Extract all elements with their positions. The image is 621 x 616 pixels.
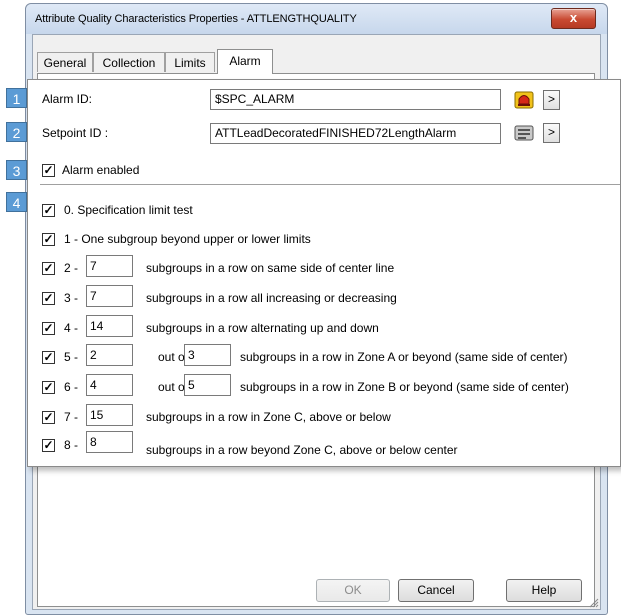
rule-2-checkbox[interactable]: ✓	[42, 262, 55, 275]
rule-5-prefix: 5 -	[64, 350, 79, 364]
rule-3-checkbox[interactable]: ✓	[42, 292, 55, 305]
rule-4-count-input[interactable]: 14	[86, 315, 133, 337]
rule-3-prefix: 3 -	[64, 291, 79, 305]
tab-alarm[interactable]: Alarm	[217, 49, 273, 74]
tab-general[interactable]: General	[37, 52, 93, 72]
rule-6-prefix: 6 -	[64, 380, 79, 394]
rule-2-count-input[interactable]: 7	[86, 255, 133, 277]
alarm-id-browse-button[interactable]: >	[543, 90, 560, 110]
rule-3-description: subgroups in a row all increasing or dec…	[146, 291, 397, 305]
rule-8-count-input[interactable]: 8	[86, 431, 133, 453]
rule-5-total-input[interactable]: 3	[184, 344, 231, 366]
close-icon: x	[569, 10, 578, 25]
window-title: Attribute Quality Characteristics Proper…	[35, 13, 357, 25]
rule-4-prefix: 4 -	[64, 321, 79, 335]
rule-1-label: 1 - One subgroup beyond upper or lower l…	[64, 232, 311, 246]
rule-8-description: subgroups in a row beyond Zone C, above …	[146, 443, 458, 457]
rule-2-description: subgroups in a row on same side of cente…	[146, 261, 395, 275]
rule-7-checkbox[interactable]: ✓	[42, 411, 55, 424]
alarm-settings-panel: Alarm ID: $SPC_ALARM > Setpoint ID : ATT…	[27, 79, 621, 467]
title-bar[interactable]: Attribute Quality Characteristics Proper…	[26, 4, 607, 34]
rule-6-count-input[interactable]: 4	[86, 374, 133, 396]
rule-7-prefix: 7 -	[64, 410, 79, 424]
ok-button[interactable]: OK	[316, 579, 390, 602]
rule-0-label: 0. Specification limit test	[64, 203, 193, 217]
rule-6-total-input[interactable]: 5	[184, 374, 231, 396]
rule-6-description: subgroups in a row in Zone B or beyond (…	[240, 380, 569, 394]
rule-0-checkbox[interactable]: ✓	[42, 204, 55, 217]
rule-5-checkbox[interactable]: ✓	[42, 351, 55, 364]
alarm-id-label: Alarm ID:	[42, 92, 93, 106]
tab-limits[interactable]: Limits	[165, 52, 215, 72]
rule-4-description: subgroups in a row alternating up and do…	[146, 321, 379, 335]
close-button[interactable]: x	[551, 8, 596, 29]
rule-8-checkbox[interactable]: ✓	[42, 439, 55, 452]
help-button[interactable]: Help	[506, 579, 582, 602]
alarm-enabled-label: Alarm enabled	[62, 163, 140, 177]
rule-1-checkbox[interactable]: ✓	[42, 233, 55, 246]
alarm-enabled-checkbox[interactable]: ✓	[42, 164, 55, 177]
setpoint-id-field[interactable]: ATTLeadDecoratedFINISHED72LengthAlarm	[210, 123, 501, 144]
callout-badge-3: 3	[6, 160, 27, 180]
setpoint-id-label: Setpoint ID :	[42, 126, 109, 140]
cancel-button[interactable]: Cancel	[398, 579, 474, 602]
callout-badge-2: 2	[6, 122, 27, 142]
section-divider	[40, 184, 620, 185]
rule-5-description: subgroups in a row in Zone A or beyond (…	[240, 350, 568, 364]
rule-4-checkbox[interactable]: ✓	[42, 322, 55, 335]
rule-2-prefix: 2 -	[64, 261, 79, 275]
rule-6-checkbox[interactable]: ✓	[42, 381, 55, 394]
rule-7-description: subgroups in a row in Zone C, above or b…	[146, 410, 391, 424]
alarm-bell-icon[interactable]	[512, 89, 536, 111]
resize-grip-icon[interactable]	[587, 596, 599, 608]
callout-badge-1: 1	[6, 88, 27, 108]
rule-8-prefix: 8 -	[64, 438, 79, 452]
tab-collection[interactable]: Collection	[93, 52, 165, 72]
setpoint-tag-icon[interactable]	[512, 122, 536, 144]
rule-3-count-input[interactable]: 7	[86, 285, 133, 307]
rule-7-count-input[interactable]: 15	[86, 404, 133, 426]
alarm-id-field[interactable]: $SPC_ALARM	[210, 89, 501, 110]
setpoint-id-browse-button[interactable]: >	[543, 123, 560, 143]
rule-5-count-input[interactable]: 2	[86, 344, 133, 366]
callout-badge-4: 4	[6, 192, 27, 212]
